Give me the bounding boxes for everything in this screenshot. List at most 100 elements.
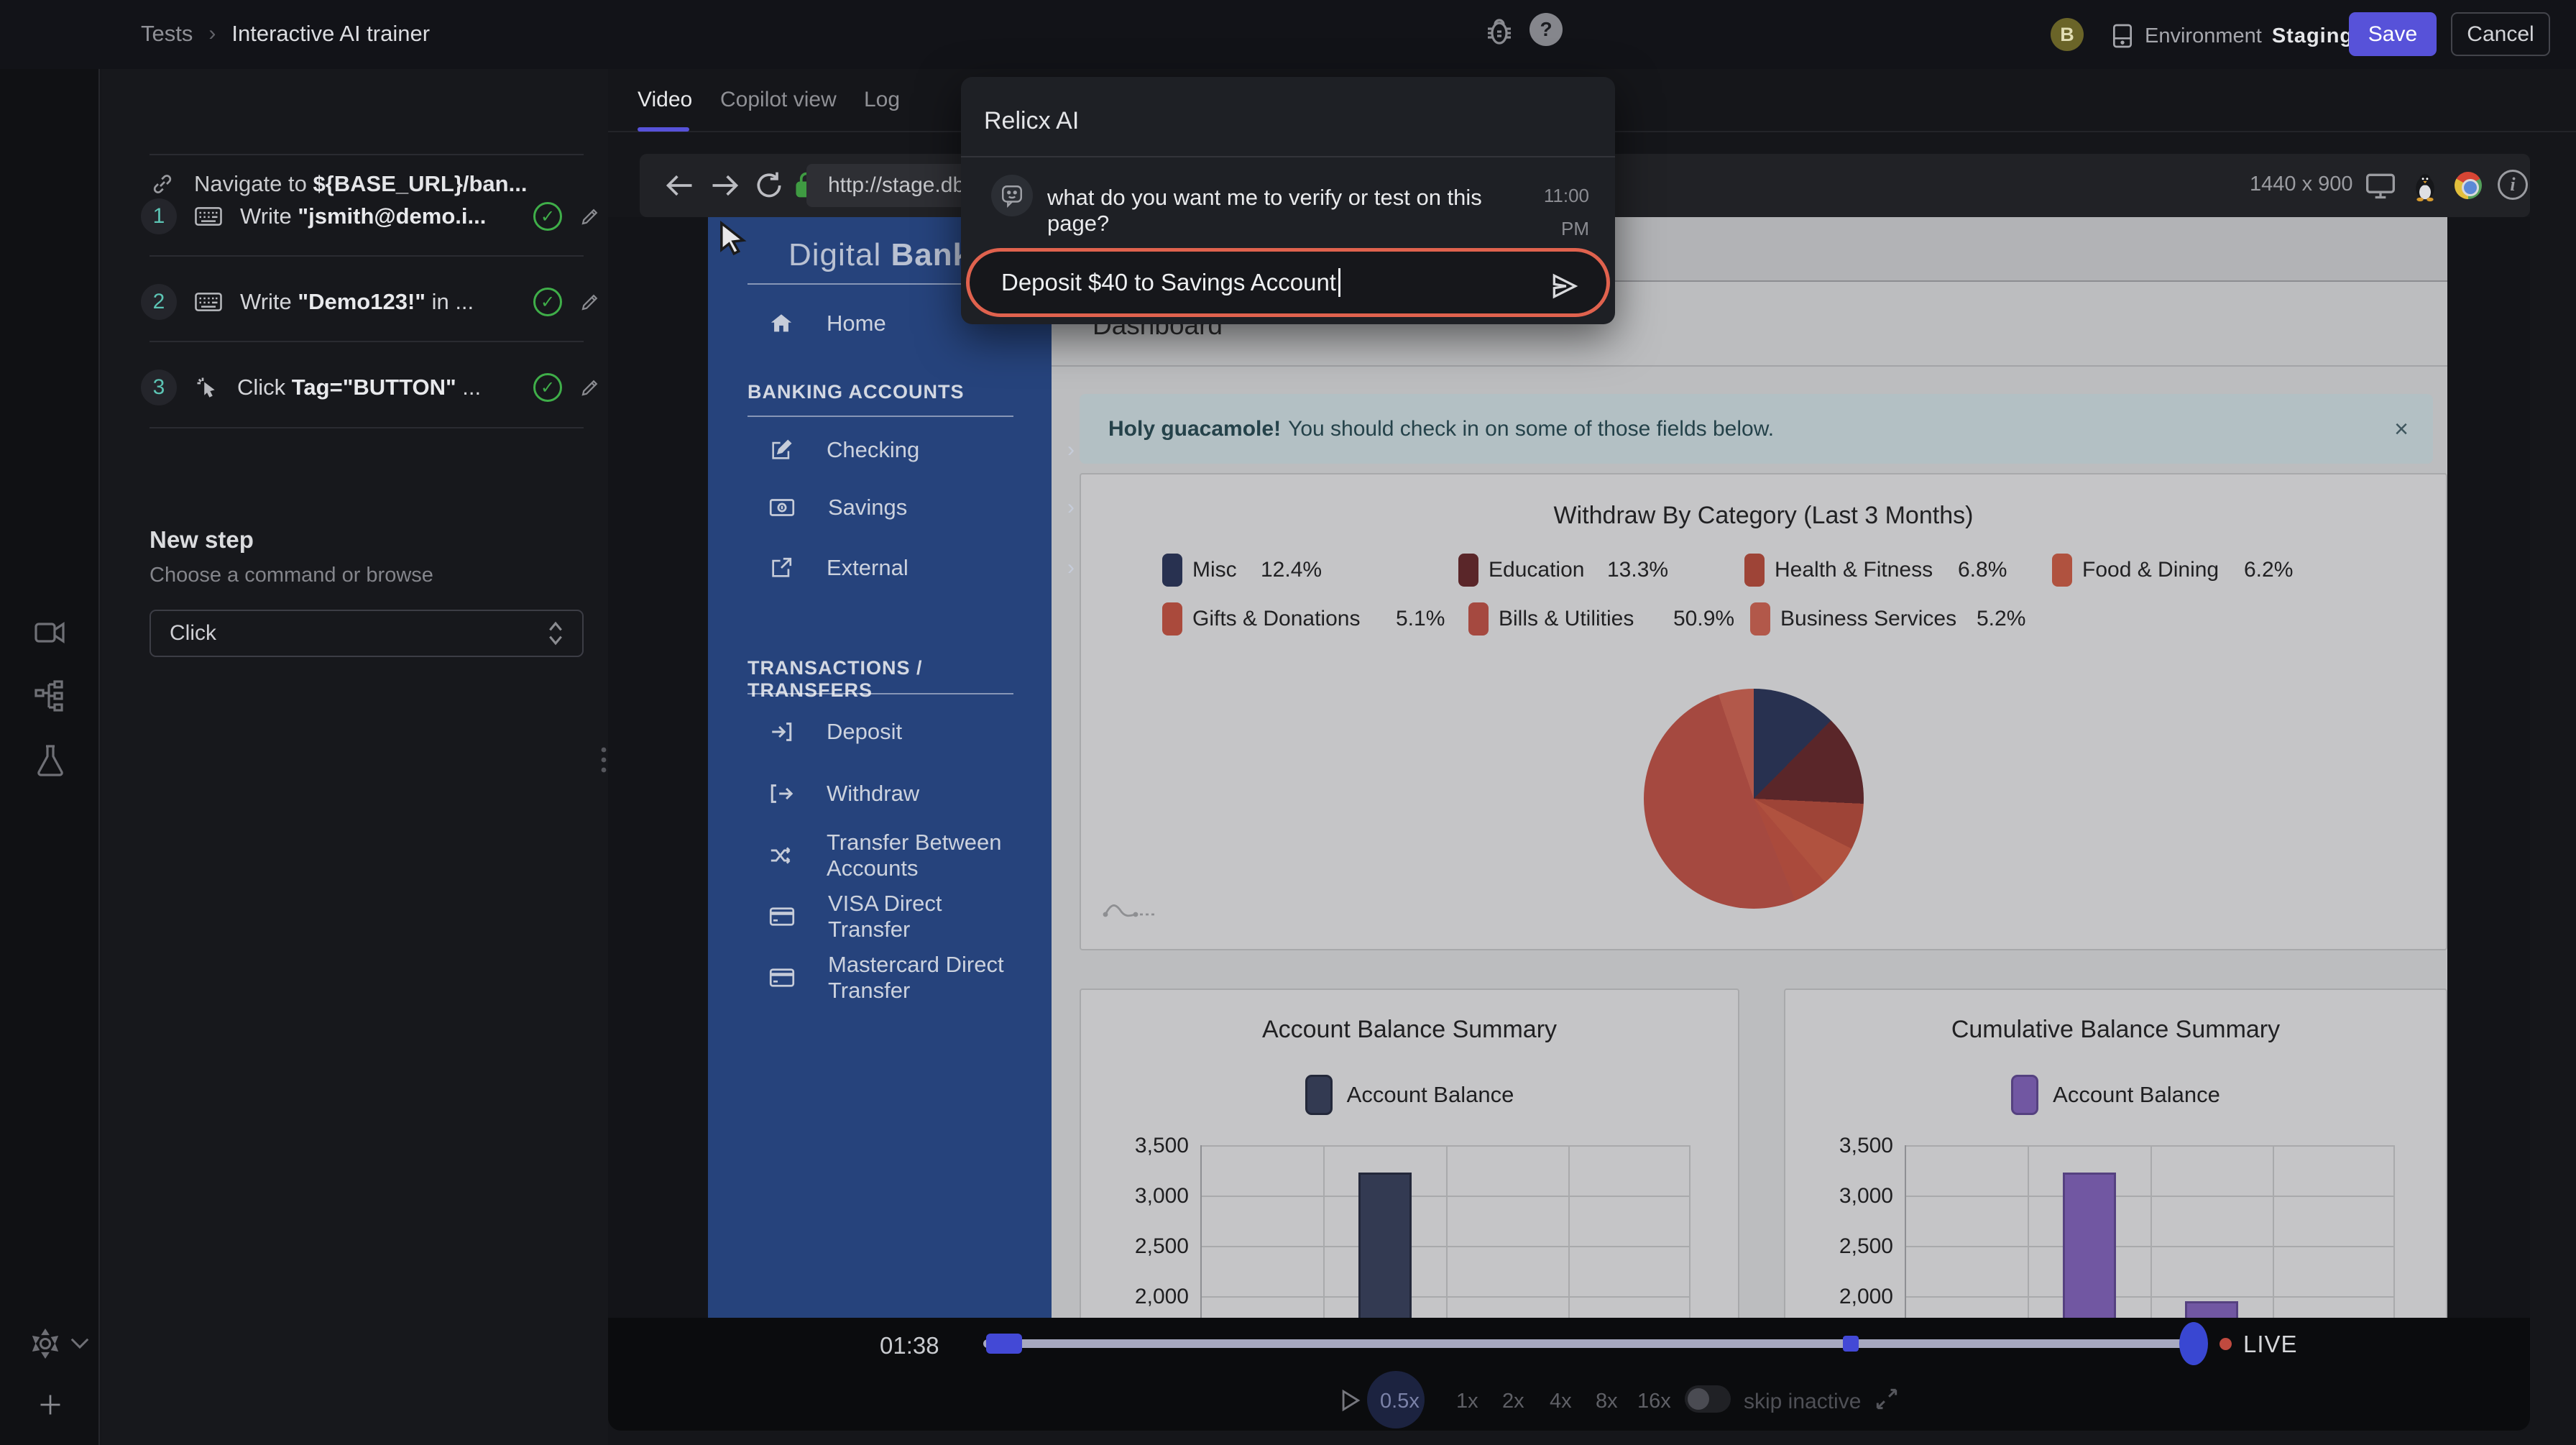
speed-2x[interactable]: 2x	[1502, 1390, 1524, 1413]
video-camera-icon[interactable]	[33, 615, 68, 650]
cumulative-balance-chart-card: Cumulative Balance Summary Account Balan…	[1784, 988, 2447, 1318]
step-number: 1	[141, 198, 177, 234]
timeline-playhead[interactable]	[2179, 1322, 2208, 1365]
tab-log[interactable]: Log	[864, 88, 900, 112]
step-number: 2	[141, 284, 177, 320]
chevron-right-icon: ›	[1067, 438, 1075, 462]
tab-video[interactable]: Video	[638, 88, 692, 112]
tab-copilot-view[interactable]: Copilot view	[720, 88, 837, 112]
step-row-1[interactable]: 1 Write "jsmith@demo.i... ✓	[141, 184, 601, 249]
bank-nav-transfer[interactable]: Transfer Between Accounts	[769, 835, 1028, 876]
cancel-button[interactable]: Cancel	[2451, 12, 2550, 56]
skip-inactive-toggle[interactable]	[1685, 1385, 1731, 1413]
send-icon[interactable]	[1549, 270, 1581, 302]
speed-4x[interactable]: 4x	[1550, 1390, 1572, 1413]
new-step-heading: New step	[150, 526, 254, 554]
pencil-square-icon	[769, 438, 794, 462]
flow-tree-icon[interactable]	[33, 679, 68, 713]
command-select[interactable]: Click	[150, 610, 584, 657]
bar-account-balance[interactable]	[1358, 1173, 1412, 1318]
environment-icon	[2110, 22, 2135, 50]
select-chevrons-icon	[548, 621, 564, 646]
bar-cumulative-balance[interactable]	[2063, 1173, 2116, 1318]
edit-pencil-icon[interactable]	[579, 377, 601, 398]
chat-bot-icon	[991, 175, 1033, 216]
chevron-down-icon[interactable]	[69, 1336, 91, 1352]
speed-8x[interactable]: 8x	[1596, 1390, 1618, 1413]
user-avatar[interactable]: B	[2051, 18, 2084, 51]
add-step-icon[interactable]	[37, 1392, 63, 1418]
dialog-title: Relicx AI	[984, 107, 1079, 135]
home-icon	[769, 311, 794, 336]
monitor-icon[interactable]	[2365, 170, 2396, 201]
bank-nav-mastercard-transfer[interactable]: Mastercard Direct Transfer	[769, 958, 1028, 998]
skip-inactive-label: skip inactive	[1744, 1390, 1861, 1414]
timeline-event-marker[interactable]	[1843, 1336, 1859, 1352]
video-stage[interactable]: Digital Bank Home BANKING ACCOUNTS Check…	[608, 217, 2530, 1318]
legend-item[interactable]: Misc12.4%	[1162, 554, 1322, 587]
chat-input[interactable]: Deposit $40 to Savings Account	[966, 248, 1610, 317]
bank-nav-checking[interactable]: Checking›	[769, 430, 1028, 470]
alert-banner: Holy guacamole!You should check in on so…	[1080, 394, 2433, 464]
info-icon[interactable]: i	[2498, 170, 2528, 200]
chevron-right-icon: ›	[1067, 556, 1075, 580]
active-tab-underline	[638, 127, 689, 132]
new-step-subtitle: Choose a command or browse	[150, 564, 433, 587]
chart-title: Account Balance Summary	[1081, 1016, 1738, 1044]
flask-icon[interactable]	[33, 743, 68, 778]
chrome-browser-icon	[2455, 172, 2482, 199]
legend-item[interactable]: Health & Fitness6.8%	[1744, 554, 2007, 587]
legend-item[interactable]: Gifts & Donations5.1%	[1162, 602, 1445, 636]
chart-legend[interactable]: Account Balance	[1785, 1075, 2446, 1115]
legend-item[interactable]: Bills & Utilities50.9%	[1468, 602, 1734, 636]
help-icon[interactable]: ?	[1530, 13, 1563, 46]
linux-penguin-icon	[2411, 171, 2439, 203]
credit-card-icon	[769, 966, 795, 989]
speed-1x[interactable]: 1x	[1456, 1390, 1478, 1413]
step-success-icon: ✓	[533, 202, 562, 231]
bank-section-accounts: BANKING ACCOUNTS	[748, 381, 965, 403]
bank-nav-external[interactable]: External›	[769, 548, 1028, 588]
refresh-icon[interactable]	[753, 170, 785, 201]
bank-nav-savings[interactable]: Savings›	[769, 487, 1028, 528]
credit-card-icon	[769, 905, 795, 928]
edit-pencil-icon[interactable]	[579, 206, 601, 227]
legend-item[interactable]: Food & Dining6.2%	[2052, 554, 2293, 587]
message-timestamp: 11:00PM	[1524, 179, 1589, 245]
play-icon[interactable]	[1335, 1387, 1363, 1414]
bar-cumulative-balance[interactable]	[2185, 1301, 2238, 1318]
text-caret	[1338, 268, 1340, 297]
step-success-icon: ✓	[533, 373, 562, 402]
breadcrumb-tests-link[interactable]: Tests	[141, 21, 193, 47]
alert-close-icon[interactable]: ×	[2394, 416, 2409, 444]
back-icon[interactable]	[664, 170, 696, 201]
forward-icon[interactable]	[709, 170, 740, 201]
speed-0.5x[interactable]: 0.5x	[1380, 1390, 1420, 1413]
video-player-controls: 01:38 LIVE 0.5x 1x 2x 4x 8x 16x skip ina…	[608, 1318, 2530, 1431]
legend-item[interactable]: Business Services5.2%	[1750, 602, 2025, 636]
bank-nav-withdraw[interactable]: Withdraw	[769, 774, 1028, 814]
bank-nav-deposit[interactable]: Deposit	[769, 712, 1028, 752]
legend-item[interactable]: Education13.3%	[1458, 554, 1668, 587]
step-success-icon: ✓	[533, 288, 562, 316]
timeline-start-handle[interactable]	[986, 1334, 1022, 1354]
bar-plot-area	[1905, 1145, 2395, 1318]
timeline-slider[interactable]	[983, 1339, 2194, 1348]
save-button[interactable]: Save	[2349, 12, 2437, 56]
step-row-2[interactable]: 2 Write "Demo123!" in ... ✓	[141, 270, 601, 334]
step-number: 3	[141, 370, 177, 405]
edit-pencil-icon[interactable]	[579, 291, 601, 313]
speed-16x[interactable]: 16x	[1637, 1390, 1671, 1413]
breadcrumb: Tests › Interactive AI trainer	[141, 21, 430, 47]
test-steps-panel: Navigate to ${BASE_URL}/ban... 1 Write "…	[101, 69, 608, 1445]
chart-legend[interactable]: Account Balance	[1081, 1075, 1738, 1115]
fullscreen-icon[interactable]	[1873, 1385, 1900, 1413]
gear-icon[interactable]	[29, 1327, 62, 1360]
bug-report-icon[interactable]	[1482, 14, 1517, 49]
chart-title: Cumulative Balance Summary	[1785, 1016, 2446, 1044]
environment-value[interactable]: Staging	[2272, 24, 2353, 48]
bank-nav-visa-transfer[interactable]: VISA Direct Transfer	[769, 896, 1028, 937]
step-row-3[interactable]: 3 Click Tag="BUTTON" ... ✓	[141, 355, 601, 420]
pie-chart[interactable]	[1644, 689, 1864, 909]
shuffle-icon	[769, 843, 794, 868]
